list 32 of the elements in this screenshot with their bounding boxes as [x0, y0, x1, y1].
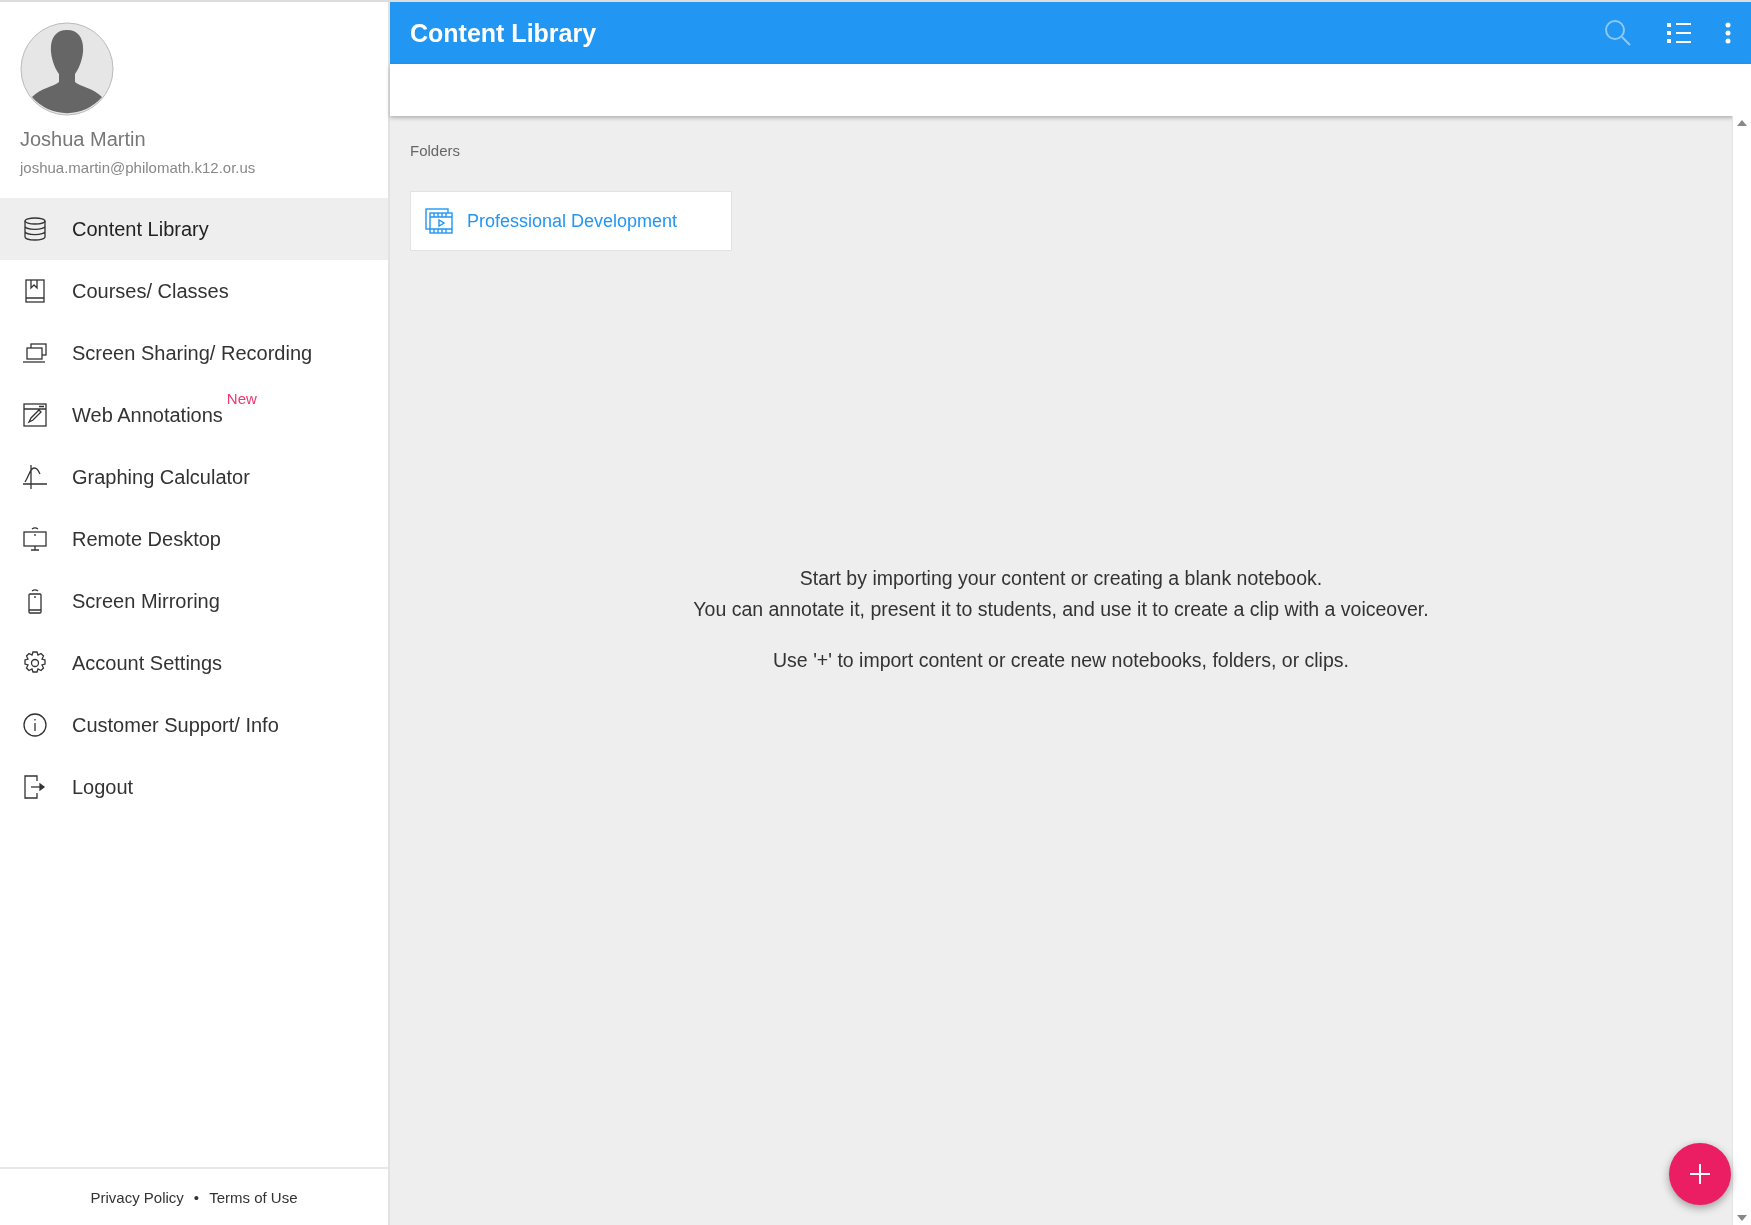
- plus-icon: [1690, 1164, 1710, 1184]
- info-icon: [22, 712, 48, 738]
- monitor-wifi-icon: [22, 526, 48, 552]
- browser-pencil-icon: [22, 402, 48, 428]
- scroll-down-icon: [1737, 1215, 1747, 1221]
- film-folder-icon: [425, 208, 453, 234]
- user-email: joshua.martin@philomath.k12.or.us: [20, 159, 257, 176]
- empty-hint: Use '+' to import content or create new notebooks, folders, or clips.: [773, 648, 1349, 673]
- footer-link[interactable]: Privacy Policy: [90, 1188, 184, 1206]
- nav-item[interactable]: Content Library: [0, 198, 388, 260]
- empty-message: You can annotate it, present it to students, and use it to create a clip with a voiceover.: [693, 597, 1429, 622]
- book-icon: [22, 278, 48, 304]
- section-heading: Folders: [410, 142, 462, 159]
- separator-dot: •: [193, 1188, 200, 1206]
- empty-message: Start by importing your content or creating a blank notebook.: [799, 566, 1323, 591]
- search-icon: [1603, 18, 1633, 48]
- list-view-button[interactable]: [1667, 22, 1691, 44]
- list-icon: [1667, 22, 1691, 44]
- laptop-windows-icon: [22, 340, 48, 366]
- search-button[interactable]: [1603, 18, 1633, 48]
- new-label: New: [226, 389, 257, 407]
- database-icon: [22, 216, 48, 242]
- more-button[interactable]: [1725, 22, 1731, 44]
- more-vertical-icon: [1725, 22, 1731, 44]
- user-name: Joshua Martin: [20, 128, 147, 151]
- folder-name: Professional Development: [467, 210, 678, 232]
- add-button[interactable]: [1669, 1143, 1731, 1205]
- gear-icon: [22, 650, 48, 676]
- page-title: Content Library: [410, 18, 598, 48]
- scroll-up-icon: [1737, 120, 1747, 126]
- graph-icon: [22, 464, 48, 490]
- footer-link[interactable]: Terms of Use: [209, 1188, 298, 1206]
